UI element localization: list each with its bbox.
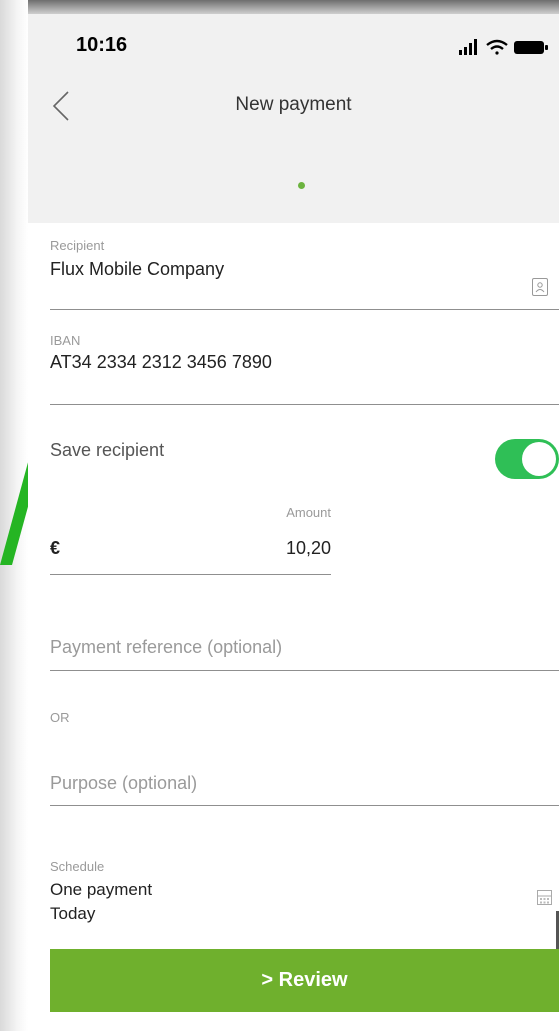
purpose-input[interactable]: Purpose (optional) [50,773,197,794]
review-button[interactable]: > Review [50,949,559,1012]
signal-icon [459,39,477,55]
step-indicator-dot [298,182,305,189]
status-time: 10:16 [76,34,128,56]
save-recipient-toggle[interactable] [495,439,559,479]
toggle-knob [522,442,556,476]
battery-icon [514,41,548,54]
save-recipient-label: Save recipient [50,440,165,460]
page-title: New payment [235,94,352,115]
schedule-date: Today [50,904,96,923]
payment-reference-input[interactable]: Payment reference (optional) [50,637,282,658]
recipient-value[interactable]: Flux Mobile Company [50,259,224,280]
iban-underline [50,404,559,405]
calendar-icon[interactable] [537,890,552,905]
iban-label: IBAN [50,333,81,348]
amount-underline [50,574,331,575]
schedule-label: Schedule [50,859,105,874]
contact-book-icon[interactable] [532,278,548,296]
iban-value[interactable]: AT34 2334 2312 3456 7890 [50,352,272,373]
amount-label: Amount [286,505,331,520]
payment-reference-underline [50,670,559,671]
status-icons [459,39,548,55]
phone-screen: 10:16 New payment Recipient Flux Mobile … [28,14,559,1031]
schedule-frequency: One payment [50,880,153,899]
frame-top-edge [0,0,559,14]
or-separator: OR [50,710,70,725]
recipient-label: Recipient [50,238,105,253]
amount-input[interactable]: 10,20 [230,538,331,559]
recipient-underline [50,309,559,310]
header: 10:16 New payment [28,14,559,223]
currency-symbol: € [50,538,61,558]
wifi-icon [486,39,508,55]
purpose-underline [50,805,559,806]
